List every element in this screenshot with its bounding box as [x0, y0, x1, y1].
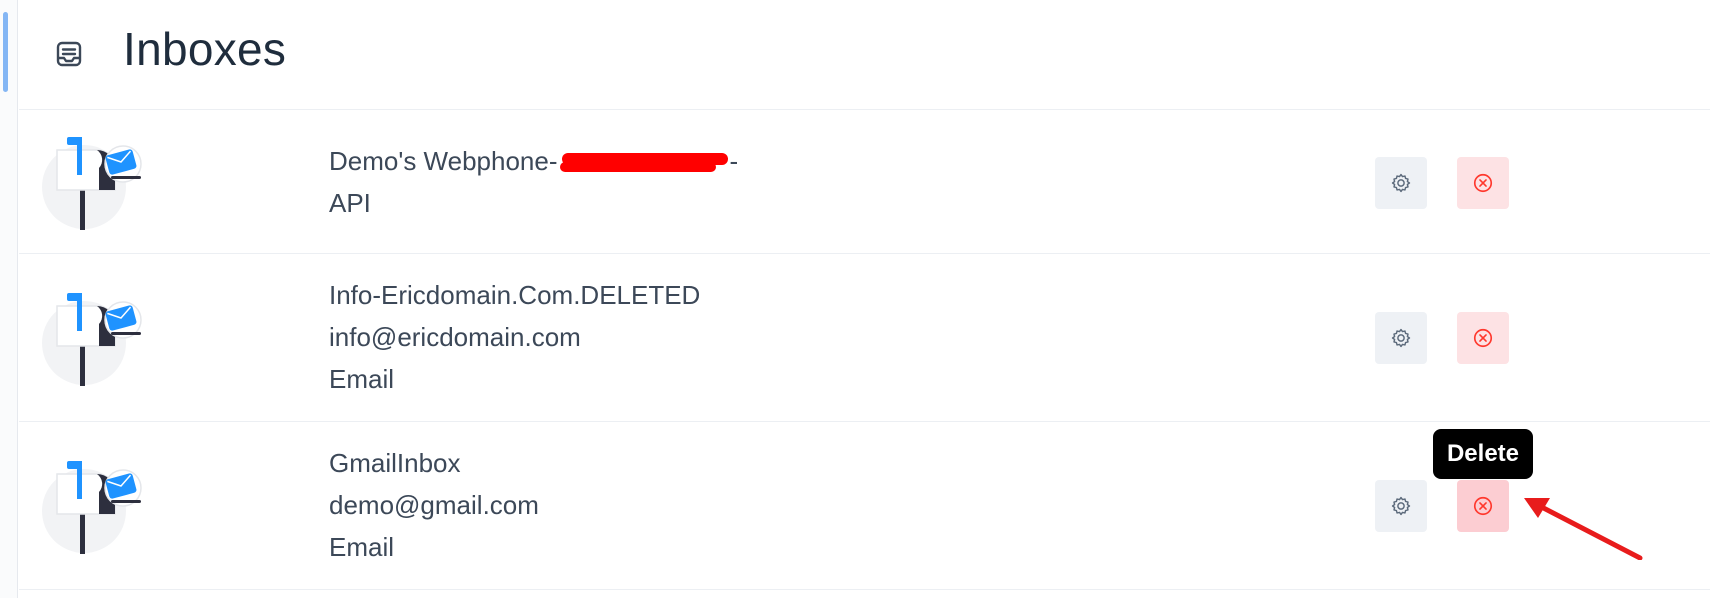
inbox-row: Info-Ericdomain.Com.DELETED info@ericdom…	[19, 254, 1710, 422]
inbox-email: demo@gmail.com	[329, 490, 539, 520]
inbox-details: Demo's Webphone- - API	[329, 140, 738, 224]
circle-x-icon	[1473, 173, 1493, 193]
inbox-name: GmailInbox	[329, 448, 461, 478]
inbox-channel-type: Email	[329, 364, 395, 394]
mailbox-avatar-icon	[42, 137, 142, 230]
gear-icon	[1391, 496, 1411, 516]
mailbox-avatar-icon	[42, 293, 142, 386]
inbox-delete-button[interactable]	[1457, 157, 1509, 209]
annotation-arrow-icon	[1524, 498, 1643, 560]
mailbox-avatar-icon	[42, 461, 142, 554]
circle-x-icon	[1473, 328, 1493, 348]
inbox-row: Demo's Webphone- - API	[19, 110, 1710, 254]
inbox-name-suffix: -	[729, 146, 739, 176]
page-header: Inboxes	[19, 0, 1710, 110]
circle-x-icon	[1473, 496, 1493, 516]
delete-tooltip: Delete	[1433, 429, 1533, 479]
inbox-channel-type: Email	[329, 532, 395, 562]
gear-icon	[1391, 173, 1411, 193]
inbox-channel-type: API	[329, 188, 371, 218]
inbox-settings-button[interactable]	[1375, 157, 1427, 209]
inbox-details: Info-Ericdomain.Com.DELETED info@ericdom…	[329, 274, 700, 400]
inbox-email: info@ericdomain.com	[329, 322, 581, 352]
inbox-details: GmailInbox demo@gmail.com Email	[329, 442, 539, 568]
inbox-settings-button[interactable]	[1375, 312, 1427, 364]
left-rail	[0, 0, 18, 598]
page-title: Inboxes	[123, 23, 287, 75]
inbox-name-prefix: Demo's Webphone-	[329, 146, 558, 176]
rail-active-indicator	[3, 12, 8, 92]
inboxes-page: Inboxes Demo's Webphone- - API Info-Eric…	[0, 0, 1710, 598]
inbox-delete-button[interactable]	[1457, 312, 1509, 364]
gear-icon	[1391, 328, 1411, 348]
inbox-name: Info-Ericdomain.Com.DELETED	[329, 280, 701, 310]
inbox-settings-button[interactable]	[1375, 480, 1427, 532]
inbox-name: Demo's Webphone- -	[329, 140, 738, 182]
inbox-icon	[56, 41, 82, 67]
redaction-mark	[559, 150, 728, 176]
